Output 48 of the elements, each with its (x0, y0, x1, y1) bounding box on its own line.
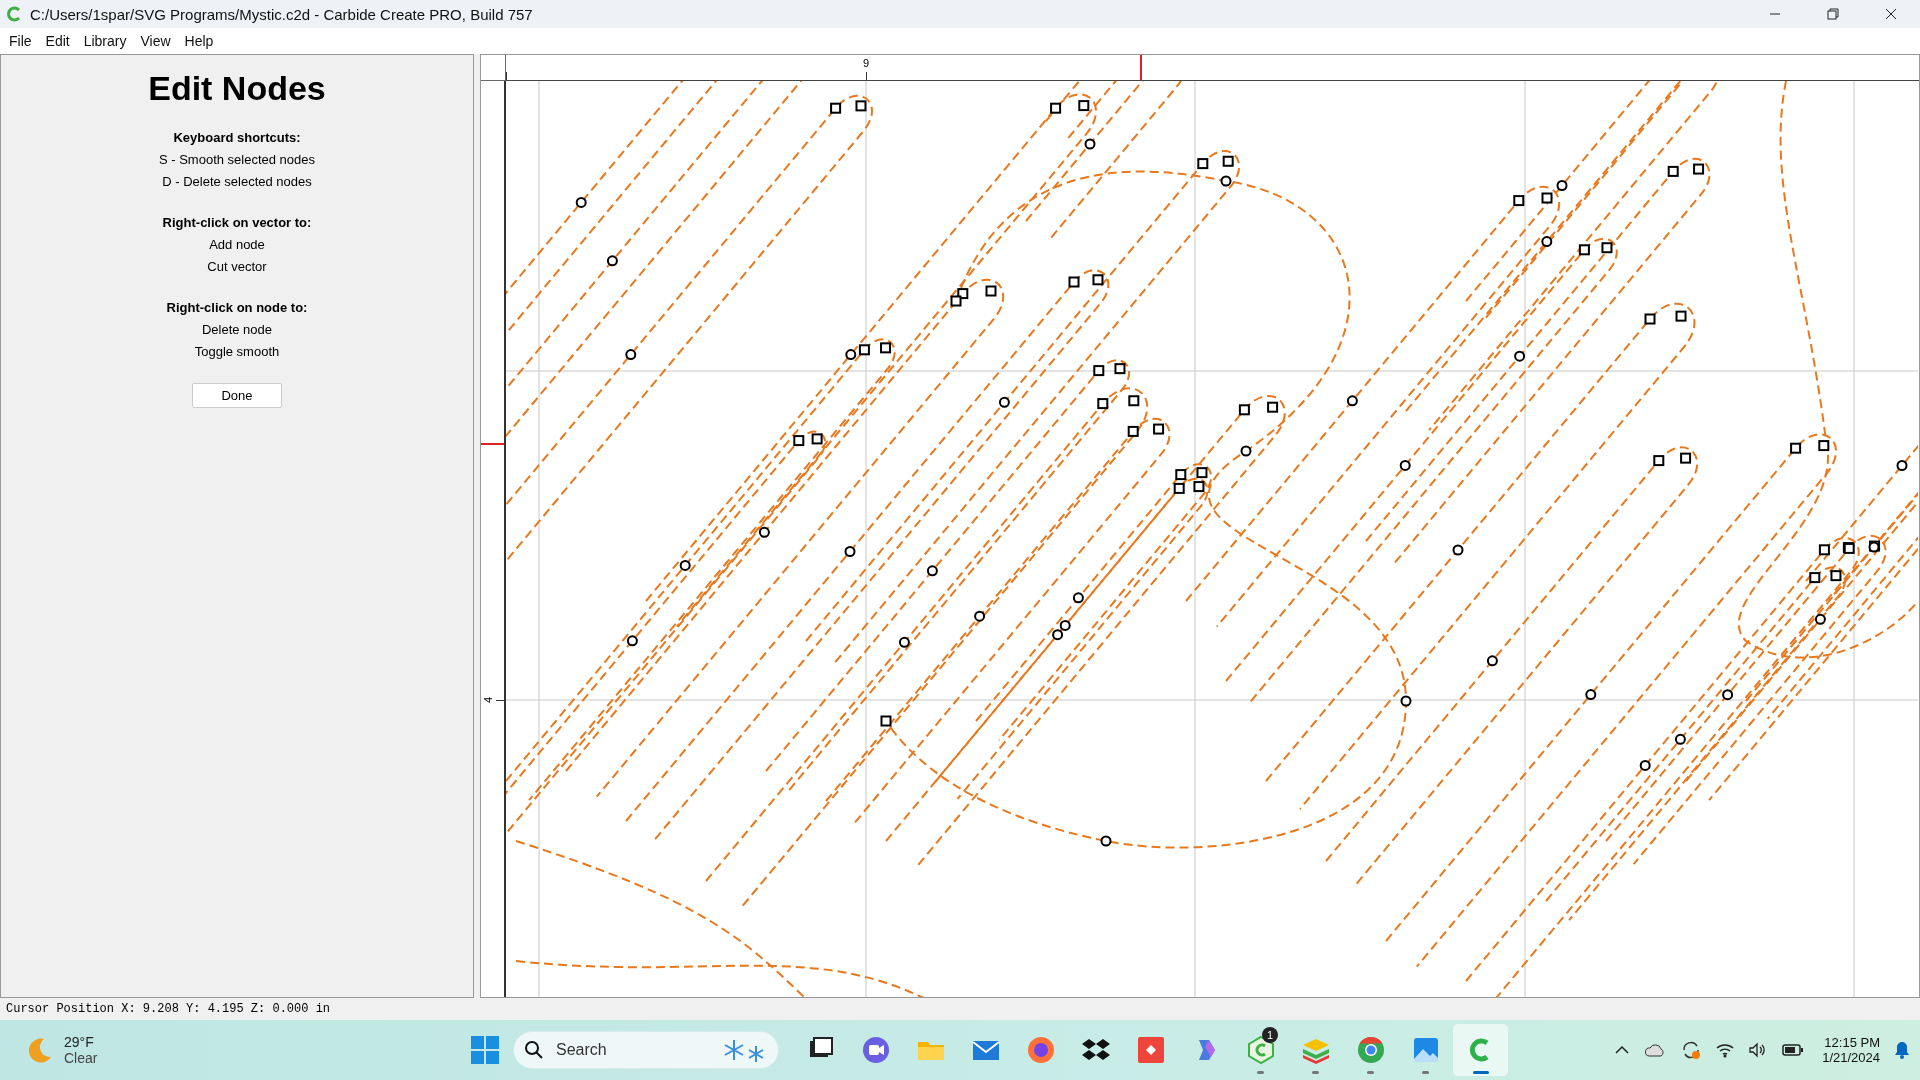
section-title: Right-click on vector to: (162, 215, 312, 230)
wifi-icon[interactable] (1716, 1042, 1735, 1058)
running-indicator (1422, 1071, 1429, 1074)
ruler-label: 4 (482, 696, 495, 704)
clock-date[interactable]: 1/21/2024 (1822, 1050, 1880, 1065)
help-text: Delete node (201, 322, 273, 337)
help-text: D - Delete selected nodes (162, 174, 312, 189)
cloud-icon[interactable] (1644, 1042, 1667, 1058)
cursor-marker (481, 443, 504, 445)
menu-item[interactable]: File (2, 30, 39, 52)
panel-heading: Edit Nodes (148, 69, 326, 108)
weather-condition: Clear (64, 1050, 98, 1066)
video-call-icon (860, 1035, 891, 1065)
close-icon (1885, 8, 1897, 20)
notification-badge: 1 (1262, 1027, 1278, 1043)
search-icon (524, 1040, 544, 1060)
battery-icon[interactable] (1782, 1043, 1805, 1057)
menu-item[interactable]: Library (76, 30, 134, 52)
done-button[interactable]: Done (192, 383, 282, 408)
menu-item[interactable]: View (133, 30, 178, 52)
menu-item[interactable]: Edit (38, 30, 77, 52)
running-indicator (1312, 1071, 1319, 1074)
window-title: C:/Users/1spar/SVG Programs/Mystic.c2d - Carbide Create PRO, Build 757 (30, 5, 534, 23)
section-title: Keyboard shortcuts: (173, 130, 301, 145)
app-logo-icon (6, 6, 22, 22)
help-text: Add node (209, 237, 265, 252)
search-input[interactable]: Search (554, 1040, 708, 1060)
running-indicator (1367, 1071, 1374, 1074)
running-indicator (1473, 1071, 1489, 1074)
help-text: Cut vector (207, 259, 267, 274)
menu-item[interactable]: Help (177, 30, 221, 52)
temperature-text: 29°F (64, 1034, 95, 1050)
help-text: S - Smooth selected nodes (158, 152, 316, 167)
taskbar-app-button[interactable]: 1 (1233, 1024, 1288, 1076)
diamond-arrows-icon (1135, 1035, 1166, 1065)
restore-icon (1827, 8, 1839, 20)
cursor-marker (1140, 55, 1142, 80)
section-title: Right-click on node to: (166, 300, 308, 315)
start-icon[interactable] (469, 1034, 501, 1066)
ruler-label: 9 (863, 57, 870, 69)
browser-circle-icon (1355, 1035, 1386, 1065)
clock-time[interactable]: 12:15 PM (1824, 1035, 1880, 1050)
status-bar-text: Cursor Position X: 9.208 Y: 4.195 Z: 0.000 in (5, 1001, 332, 1018)
help-text: Toggle smooth (194, 344, 280, 359)
running-indicator (1257, 1071, 1264, 1074)
search-bar[interactable]: Search (513, 1031, 779, 1069)
sync-icon[interactable] (1680, 1039, 1703, 1061)
bell-icon[interactable] (1894, 1041, 1910, 1059)
